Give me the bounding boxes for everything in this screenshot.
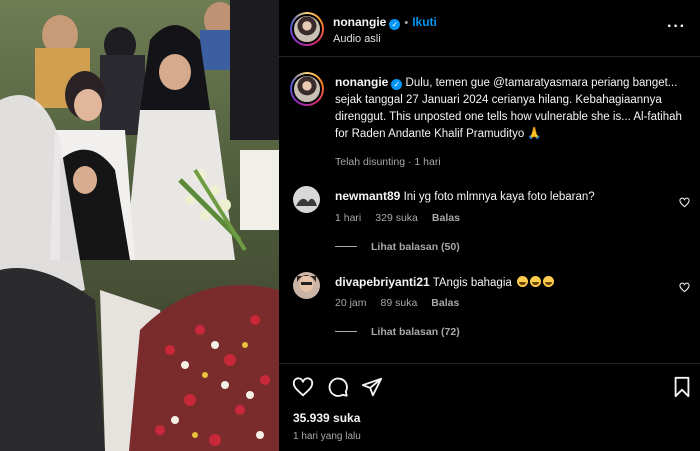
laughing-emoji-icon — [529, 276, 541, 287]
commenter-username[interactable]: newmant89 — [335, 189, 400, 203]
laughing-emoji-icon — [542, 276, 554, 287]
post-actions: 35.939 suka 1 hari yang lalu — [279, 363, 700, 451]
comment-likes[interactable]: 329 suka — [375, 212, 418, 224]
caption-avatar[interactable] — [290, 72, 324, 106]
view-replies-button[interactable]: Lihat balasan (50) — [335, 241, 460, 253]
view-replies-label: Lihat balasan (72) — [371, 326, 460, 338]
replies-divider — [335, 246, 357, 247]
comment-body: newmant89 Ini yg foto mlmnya kaya foto l… — [335, 188, 655, 205]
separator-dot: • — [404, 17, 409, 29]
verified-badge-icon: ✓ — [389, 19, 401, 30]
comment-meta: 1 hari 329 suka Balas — [335, 212, 474, 224]
author-avatar[interactable] — [290, 12, 324, 46]
view-replies-label: Lihat balasan (50) — [371, 241, 460, 253]
view-replies-button[interactable]: Lihat balasan (72) — [335, 326, 460, 338]
share-send-icon[interactable] — [361, 376, 383, 398]
replies-divider — [335, 331, 357, 332]
caption-username[interactable]: nonangie — [335, 75, 388, 89]
post-photo — [0, 0, 279, 451]
audio-link[interactable]: Audio asli — [333, 33, 381, 45]
likes-count[interactable]: 35.939 suka — [293, 411, 360, 425]
author-row: nonangie ✓ • Ikuti — [333, 15, 437, 30]
commenter-avatar[interactable] — [293, 186, 320, 213]
comment-meta: 20 jam 89 suka Balas — [335, 297, 473, 309]
comment-like-heart-icon[interactable] — [679, 282, 690, 293]
save-bookmark-icon[interactable] — [671, 376, 693, 398]
comment-text: TAngis bahagia — [432, 277, 512, 289]
comment-time: 20 jam — [335, 297, 367, 309]
funeral-scene-image — [0, 0, 279, 451]
post-side-panel: nonangie ✓ • Ikuti Audio asli ··· nonangie ✓… — [279, 0, 700, 451]
post-time-ago: 1 hari yang lalu — [293, 431, 361, 442]
post-header: nonangie ✓ • Ikuti Audio asli ··· — [279, 0, 700, 57]
follow-button[interactable]: Ikuti — [412, 15, 437, 29]
laughing-emoji-icon — [516, 276, 528, 287]
commenter-username[interactable]: divapebriyanti21 — [335, 275, 430, 289]
comment-likes[interactable]: 89 suka — [381, 297, 418, 309]
caption-text: nonangie ✓ Dulu, temen gue @tamaratyasmar… — [335, 74, 685, 143]
comment-bubble-icon[interactable] — [327, 376, 349, 398]
comment-time: 1 hari — [335, 212, 362, 224]
comment-like-heart-icon[interactable] — [679, 197, 690, 208]
comment-body: divapebriyanti21 TAngis bahagia — [335, 274, 655, 291]
commenter-avatar[interactable] — [293, 272, 320, 299]
more-options-icon[interactable]: ··· — [667, 18, 686, 36]
verified-badge-icon: ✓ — [391, 79, 403, 90]
reply-button[interactable]: Balas — [431, 297, 459, 309]
author-username[interactable]: nonangie — [333, 15, 386, 29]
reply-button[interactable]: Balas — [432, 212, 460, 224]
like-heart-icon[interactable] — [292, 376, 314, 398]
caption-meta: Telah disunting · 1 hari — [335, 156, 441, 168]
comment-text: Ini yg foto mlmnya kaya foto lebaran? — [403, 191, 595, 203]
